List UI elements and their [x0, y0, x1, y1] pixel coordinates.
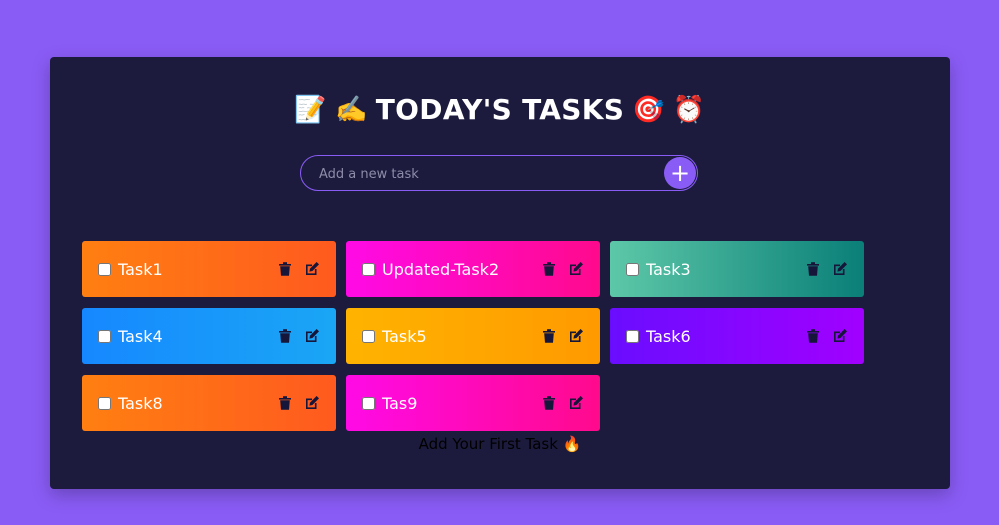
- task-checkbox[interactable]: [98, 329, 111, 343]
- task-label: Task5: [382, 326, 427, 346]
- trash-icon[interactable]: [276, 395, 293, 412]
- memo-emoji-icon: 📝: [294, 94, 328, 125]
- add-task-button[interactable]: +: [664, 157, 696, 189]
- task-label: Task4: [118, 326, 163, 346]
- page-title: 📝 ✍️ TODAY'S TASKS 🎯 ⏰: [50, 93, 950, 126]
- task-checkbox[interactable]: [362, 396, 375, 410]
- task-actions: [276, 375, 320, 431]
- task-card: Tas9: [346, 375, 600, 431]
- task-checkbox[interactable]: [362, 329, 375, 343]
- trash-icon[interactable]: [540, 328, 557, 345]
- todo-panel: 📝 ✍️ TODAY'S TASKS 🎯 ⏰ + Task1 Updated-Ta…: [50, 57, 950, 489]
- task-label: Task8: [118, 393, 163, 413]
- task-card: Task4: [82, 308, 336, 364]
- task-card: Task6: [610, 308, 864, 364]
- task-card: Task5: [346, 308, 600, 364]
- trash-icon[interactable]: [540, 395, 557, 412]
- task-label: Task3: [646, 259, 691, 279]
- edit-icon[interactable]: [303, 395, 320, 412]
- edit-icon[interactable]: [303, 328, 320, 345]
- task-actions: [804, 308, 848, 364]
- trash-icon[interactable]: [540, 261, 557, 278]
- task-actions: [276, 241, 320, 297]
- task-label: Updated-Task2: [382, 259, 500, 279]
- edit-icon[interactable]: [831, 328, 848, 345]
- task-actions: [276, 308, 320, 364]
- task-actions: [540, 308, 584, 364]
- task-list: Task1 Updated-Task2 Task3 Task4 Task5 Task6 Ta…: [82, 241, 882, 431]
- task-checkbox[interactable]: [362, 262, 375, 276]
- task-checkbox[interactable]: [98, 262, 111, 276]
- task-actions: [540, 241, 584, 297]
- target-emoji-icon: 🎯: [632, 94, 665, 125]
- task-card: Task1: [82, 241, 336, 297]
- task-checkbox[interactable]: [626, 329, 639, 343]
- add-task-form: +: [300, 155, 698, 192]
- task-checkbox[interactable]: [98, 396, 111, 410]
- task-label: Task1: [118, 259, 163, 279]
- task-label: Tas9: [382, 393, 418, 413]
- empty-task-message: Add Your First Task 🔥: [418, 435, 582, 453]
- edit-icon[interactable]: [831, 261, 848, 278]
- edit-icon[interactable]: [567, 328, 584, 345]
- trash-icon[interactable]: [804, 328, 821, 345]
- task-label: Task6: [646, 326, 691, 346]
- task-card: Task8: [82, 375, 336, 431]
- edit-icon[interactable]: [567, 261, 584, 278]
- trash-icon[interactable]: [276, 328, 293, 345]
- writing-hand-emoji-icon: ✍️: [335, 94, 368, 125]
- task-actions: [540, 375, 584, 431]
- title-text: TODAY'S TASKS: [375, 93, 625, 126]
- trash-icon[interactable]: [276, 261, 293, 278]
- task-checkbox[interactable]: [626, 262, 639, 276]
- alarm-clock-emoji-icon: ⏰: [672, 94, 706, 125]
- task-actions: [804, 241, 848, 297]
- edit-icon[interactable]: [567, 395, 584, 412]
- task-card: Updated-Task2: [346, 241, 600, 297]
- new-task-input[interactable]: [317, 156, 651, 192]
- trash-icon[interactable]: [804, 261, 821, 278]
- task-card: Task3: [610, 241, 864, 297]
- edit-icon[interactable]: [303, 261, 320, 278]
